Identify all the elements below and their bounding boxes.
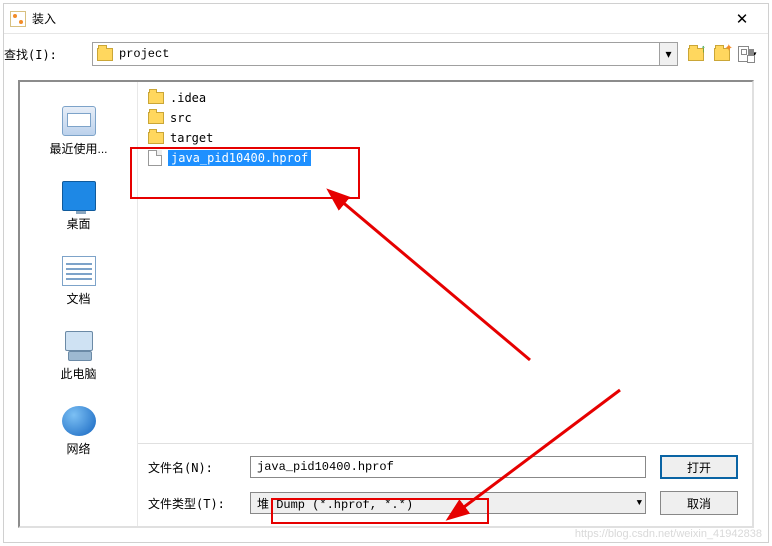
file-icon: [148, 150, 162, 166]
folder-icon: [97, 48, 113, 61]
title-bar: 装入 ✕: [4, 4, 768, 34]
folder-icon: [148, 112, 164, 124]
place-this-pc[interactable]: 此电脑: [20, 325, 137, 400]
lookin-combo[interactable]: project ▾: [92, 42, 678, 66]
this-pc-icon: [62, 331, 96, 361]
watermark: https://blog.csdn.net/weixin_41942838: [575, 528, 762, 540]
app-icon: [10, 11, 26, 27]
open-button[interactable]: 打开: [660, 455, 738, 479]
window-title: 装入: [32, 10, 722, 27]
lookin-value: project: [119, 47, 169, 61]
lookin-label: 查找(I):: [4, 46, 84, 63]
new-folder-button[interactable]: [712, 44, 732, 64]
place-desktop[interactable]: 桌面: [20, 175, 137, 250]
list-item[interactable]: .idea: [146, 88, 744, 108]
list-item[interactable]: src: [146, 108, 744, 128]
documents-icon: [62, 256, 96, 286]
recent-icon: [62, 106, 96, 136]
list-item[interactable]: target: [146, 128, 744, 148]
up-one-level-button[interactable]: [686, 44, 706, 64]
place-network[interactable]: 网络: [20, 400, 137, 475]
filetype-combo[interactable]: 堆 Dump (*.hprof, *.*) ▼: [250, 492, 646, 514]
close-button[interactable]: ✕: [722, 5, 762, 33]
filetype-label: 文件类型(T):: [148, 495, 236, 512]
desktop-icon: [62, 181, 96, 211]
place-recent[interactable]: 最近使用...: [20, 100, 137, 175]
chevron-down-icon[interactable]: ▾: [659, 43, 677, 65]
chevron-down-icon: ▼: [637, 498, 642, 508]
file-list[interactable]: .idea src target java_pid10400.hprof: [138, 82, 752, 444]
list-item-selected[interactable]: java_pid10400.hprof: [146, 148, 744, 168]
places-bar: 最近使用... 桌面 文档 此电脑 网络: [20, 82, 138, 526]
network-icon: [62, 406, 96, 436]
place-documents[interactable]: 文档: [20, 250, 137, 325]
filename-label: 文件名(N):: [148, 459, 236, 476]
view-menu-button[interactable]: ▼: [738, 44, 758, 64]
folder-icon: [148, 92, 164, 104]
filename-input[interactable]: java_pid10400.hprof: [250, 456, 646, 478]
folder-icon: [148, 132, 164, 144]
cancel-button[interactable]: 取消: [660, 491, 738, 515]
